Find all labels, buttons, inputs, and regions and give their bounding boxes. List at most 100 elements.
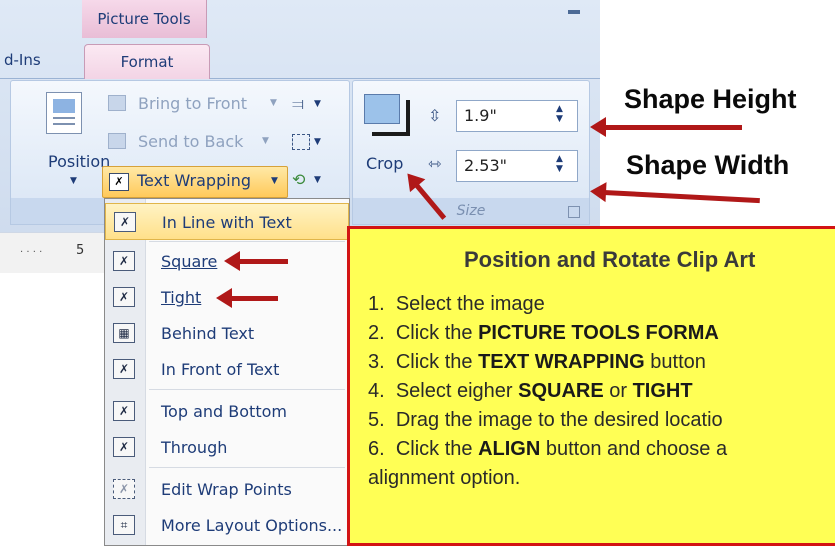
shape-width-icon: ⇿ <box>428 154 442 173</box>
shape-height-annotation: Shape Height <box>624 84 797 114</box>
menu-item-through[interactable]: ✗ Through <box>105 429 349 466</box>
chevron-down-icon: ▼ <box>314 137 321 147</box>
menu-item-label: Square <box>161 252 218 271</box>
spin-arrows-icon[interactable]: ▲ ▼ <box>556 154 563 174</box>
step-2: 2. Click the PICTURE TOOLS FORMA <box>368 322 719 345</box>
wrap-through-icon: ✗ <box>113 437 135 457</box>
step-number: 1. <box>368 293 385 315</box>
send-to-back-button[interactable]: Send to Back ▼ <box>108 130 288 156</box>
step-text: Click the <box>395 438 479 460</box>
step-bold: TIGHT <box>632 380 693 402</box>
crop-button[interactable]: Crop <box>362 90 418 180</box>
group-icon <box>292 134 310 150</box>
position-label: Position <box>48 152 111 171</box>
edit-wrap-points-icon: ✗ <box>113 479 135 499</box>
step-6-continued: alignment option. <box>368 467 521 489</box>
step-text: Select the image <box>395 293 545 315</box>
step-bold: TEXT WRAPPING <box>478 351 645 373</box>
menu-item-more-layout-options[interactable]: ⌗ More Layout Options... <box>105 507 349 544</box>
send-to-back-icon <box>108 133 126 149</box>
menu-item-label: In Front of Text <box>161 360 280 379</box>
ruler-marker: 5 <box>76 243 85 258</box>
arrow-shape-height <box>590 117 742 137</box>
menu-item-label: Through <box>161 438 228 457</box>
step-text: Click the <box>395 351 479 373</box>
menu-item-behind-text[interactable]: ▦ Behind Text <box>105 315 349 352</box>
step-number: 4. <box>368 380 385 402</box>
position-button[interactable]: Position ▼ <box>40 92 110 192</box>
step-bold: ALIGN <box>478 438 541 460</box>
menu-item-in-line-with-text[interactable]: ✗ In Line with Text <box>105 203 349 240</box>
bring-to-front-label: Bring to Front <box>138 94 247 113</box>
step-text: Click the <box>395 322 479 344</box>
text-wrapping-icon: ✗ <box>109 173 129 191</box>
text-wrapping-label: Text Wrapping <box>137 171 251 190</box>
menu-item-in-front-of-text[interactable]: ✗ In Front of Text <box>105 351 349 388</box>
menu-item-edit-wrap-points[interactable]: ✗ Edit Wrap Points <box>105 471 349 508</box>
wrap-square-icon: ✗ <box>113 251 135 271</box>
chevron-down-icon: ▼ <box>314 175 321 185</box>
step-bold: SQUARE <box>518 380 604 402</box>
wrap-front-icon: ✗ <box>113 359 135 379</box>
arrow-tight <box>216 288 278 308</box>
shape-height-spinbox[interactable]: 1.9" ▲ ▼ <box>456 100 580 134</box>
text-wrapping-button[interactable]: ✗ Text Wrapping ▼ <box>102 166 288 198</box>
menu-item-label: Behind Text <box>161 324 255 343</box>
bring-to-front-button[interactable]: Bring to Front ▼ <box>108 92 288 118</box>
chevron-down-icon: ▼ <box>314 99 321 109</box>
menu-item-label: In Line with Text <box>162 213 292 232</box>
menu-item-top-and-bottom[interactable]: ✗ Top and Bottom <box>105 393 349 430</box>
ruler: · · · · 5 <box>0 232 104 273</box>
menu-separator <box>149 389 345 390</box>
chevron-down-icon: ▼ <box>270 98 277 108</box>
menu-item-label: More Layout Options... <box>161 516 343 535</box>
shape-width-value: 2.53" <box>464 156 507 175</box>
minimize-ribbon-icon[interactable] <box>568 10 580 14</box>
step-text: Select eigher <box>395 380 519 402</box>
step-6: 6. Click the ALIGN button and choose a <box>368 438 727 461</box>
size-group-footer: Size <box>352 198 590 225</box>
menu-item-label: Top and Bottom <box>161 402 287 421</box>
arrow-shape-width <box>603 190 760 204</box>
chevron-down-icon: ▼ <box>271 176 278 186</box>
step-text: button and choose a <box>540 438 728 460</box>
menu-item-label: Edit Wrap Points <box>161 480 292 499</box>
dialog-launcher-icon[interactable] <box>568 206 580 218</box>
wrap-tight-icon: ✗ <box>113 287 135 307</box>
step-text: button <box>644 351 706 373</box>
step-text: or <box>603 380 633 402</box>
shape-height-icon: ⇳ <box>428 106 442 125</box>
align-button[interactable]: ⫤ ▼ <box>292 94 332 116</box>
step-3: 3. Click the TEXT WRAPPING button <box>368 351 706 374</box>
tab-add-ins[interactable]: d-Ins <box>0 44 41 76</box>
step-number: 5. <box>368 409 385 431</box>
send-to-back-label: Send to Back <box>138 132 244 151</box>
spin-arrows-icon[interactable]: ▲ ▼ <box>556 104 563 124</box>
step-number: 6. <box>368 438 385 460</box>
ruler-ticks: · · · · <box>20 247 43 258</box>
picture-tools-context-tab: Picture Tools <box>82 0 207 38</box>
instructions-callout: Position and Rotate Clip Art 1. Select t… <box>347 226 835 546</box>
rotate-icon: ⟲ <box>292 170 306 189</box>
step-5: 5. Drag the image to the desired locatio <box>368 409 723 432</box>
wrap-behind-icon: ▦ <box>113 323 135 343</box>
tab-format[interactable]: Format <box>84 44 210 79</box>
menu-separator <box>149 467 345 468</box>
arrow-square <box>224 251 288 271</box>
step-1: 1. Select the image <box>368 293 545 316</box>
chevron-down-icon: ▼ <box>70 176 77 186</box>
chevron-down-icon: ▼ <box>262 136 269 146</box>
rotate-button[interactable]: ⟲ ▼ <box>292 170 332 192</box>
step-number: 3. <box>368 351 385 373</box>
bring-to-front-icon <box>108 95 126 111</box>
step-number: 2. <box>368 322 385 344</box>
crop-icon <box>364 90 410 136</box>
menu-item-label: Tight <box>161 288 202 307</box>
group-button[interactable]: ▼ <box>292 132 332 154</box>
align-icon: ⫤ <box>292 94 305 113</box>
shape-width-spinbox[interactable]: 2.53" ▲ ▼ <box>456 150 580 184</box>
step-bold: PICTURE TOOLS FORMA <box>478 322 719 344</box>
wrap-top-bottom-icon: ✗ <box>113 401 135 421</box>
step-4: 4. Select eigher SQUARE or TIGHT <box>368 380 693 403</box>
picture-tools-label: Picture Tools <box>97 10 191 28</box>
